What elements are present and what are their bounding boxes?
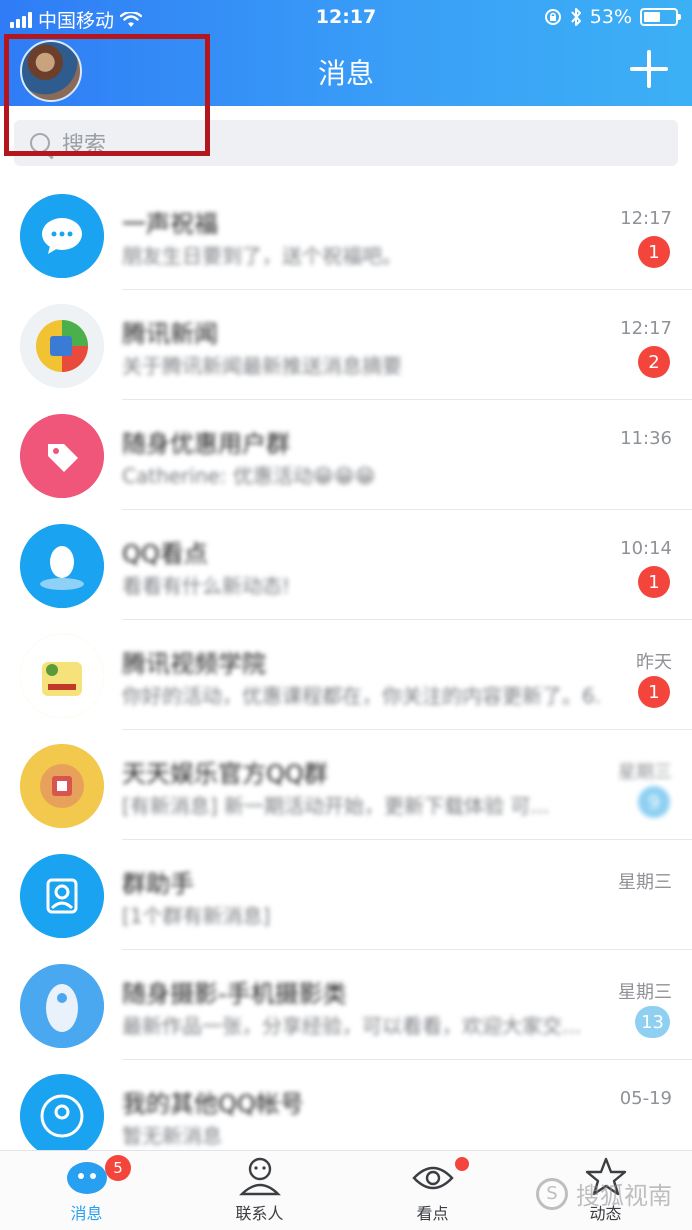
watermark: S 搜狐视南 [536,1176,672,1211]
contacts-icon [238,1156,282,1196]
unread-badge: 2 [638,346,670,378]
nav-tab-eye[interactable]: 看点 [346,1151,519,1230]
nav-tab-message[interactable]: 消息 5 [0,1151,173,1230]
unread-badge: 1 [638,676,670,708]
battery-icon [640,8,681,26]
conversation-name: 腾讯视频学院 [122,650,266,678]
unread-badge: 1 [638,566,670,598]
eye-icon [411,1156,455,1196]
unread-badge: 9 [638,786,670,818]
battery-fill [644,12,660,22]
news-icon [20,304,104,388]
conversation-preview: [1个群有新消息] [122,904,271,928]
nav-badge: 5 [105,1155,131,1181]
conversation-row[interactable]: 腾讯视频学院你好的活动，优惠课程都在，你关注的内容更新了。6... 昨天 1 [0,620,692,730]
conversation-name: 群助手 [122,870,194,898]
nav-tab-contacts[interactable]: 联系人 [173,1151,346,1230]
conversation-name: 随身摄影-手机摄影类 [122,980,347,1008]
annotation-highlight-box [4,34,210,156]
conversation-preview: 朋友生日要到了，送个祝福吧。 [122,244,402,268]
status-right: 53% [544,6,681,28]
conversation-name: 天天娱乐官方QQ群 [122,760,328,788]
photo-group-icon [20,964,104,1048]
conversation-preview: 最新作品一张，分享经验，可以看看，欢迎大家交... [122,1014,582,1038]
qq-icon [20,524,104,608]
nav-label: 看点 [416,1204,449,1223]
conversation-time: 星期三 [618,982,672,1003]
watermark-s-icon: S [536,1177,568,1210]
watermark-text: 搜狐视南 [576,1182,672,1210]
unread-badge: 13 [635,1006,670,1038]
conversation-preview: 暂无新消息 [122,1124,222,1148]
rotation-lock-icon [544,9,561,25]
conversation-time: 星期三 [618,872,672,893]
conversation-row[interactable]: 腾讯新闻关于腾讯新闻最新推送消息摘要 12:17 2 [0,290,692,400]
conversation-time: 12:17 [620,318,672,339]
chat-bubble-icon [20,194,104,278]
account-icon [20,1074,104,1158]
conversation-preview: 你好的活动，优惠课程都在，你关注的内容更新了。6... [122,684,602,708]
conversation-time: 10:14 [620,538,672,559]
group-icon [20,744,104,828]
nav-label: 消息 [70,1204,103,1223]
unread-badge: 1 [638,236,670,268]
conversation-row[interactable]: 天天娱乐官方QQ群 [有新消息] 新一期活动开始，更新下载体验 可... 星期三 9 [0,730,692,840]
nav-notification-dot [455,1157,469,1171]
conversation-preview: 看看有什么新动态! [122,574,291,598]
plus-icon[interactable] [630,50,668,88]
conversation-name: 随身优惠用户群 [122,430,290,458]
conversation-row[interactable]: QQ看点看看有什么新动态! 10:14 1 [0,510,692,620]
conversation-row[interactable]: 一声祝福朋友生日要到了，送个祝福吧。 12:17 1 [0,180,692,290]
conversation-list: 一声祝福朋友生日要到了，送个祝福吧。 12:17 1 腾讯新闻关于腾讯新闻最新推送消息… [0,180,692,1170]
conversation-name: 腾讯新闻 [122,320,218,348]
game-icon [20,634,104,718]
conversation-name: 我的其他QQ帐号 [122,1090,304,1118]
conversation-preview: [有新消息] 新一期活动开始，更新下载体验 可... [122,794,550,818]
conversation-time: 12:17 [620,208,672,229]
status-bar: 中国移动 12:17 53% [0,0,692,36]
conversation-row[interactable]: 群助手 [1个群有新消息] 星期三 [0,840,692,950]
conversation-preview: Catherine: 优惠活动😁😁😁 [122,464,376,488]
conversation-preview: 关于腾讯新闻最新推送消息摘要 [122,354,402,378]
message-icon [65,1156,109,1196]
battery-percent: 53% [589,6,632,28]
tag-icon [20,414,104,498]
conversation-row[interactable]: 随身优惠用户群 Catherine: 优惠活动😁😁😁 11:36 [0,400,692,510]
nav-label: 联系人 [235,1204,284,1223]
conversation-name: 一声祝福 [122,210,218,238]
bluetooth-icon [571,8,581,26]
group-helper-icon [20,854,104,938]
conversation-time: 星期三 [618,762,672,783]
conversation-row[interactable]: 随身摄影-手机摄影类最新作品一张，分享经验，可以看看，欢迎大家交... 星期三 13 [0,950,692,1060]
conversation-time: 05-19 [619,1088,672,1109]
conversation-name: QQ看点 [122,540,208,568]
conversation-time: 11:36 [620,428,672,449]
conversation-time: 昨天 [636,652,672,673]
